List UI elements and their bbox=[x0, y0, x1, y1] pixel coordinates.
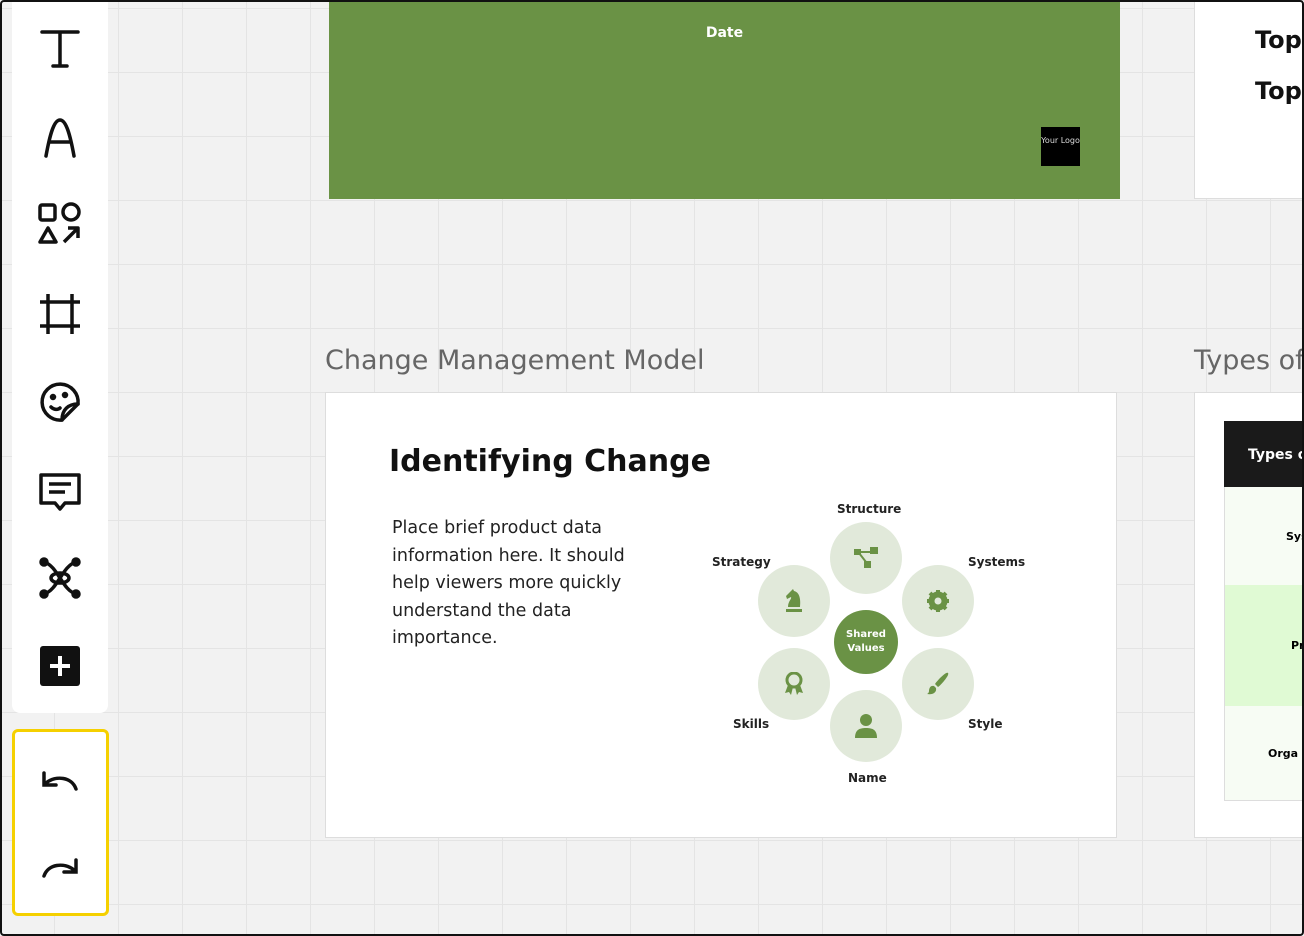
chess-knight-icon bbox=[786, 589, 802, 612]
frame-title[interactable]: Change Management Model bbox=[325, 345, 704, 376]
text-icon bbox=[40, 30, 80, 68]
sticker-tool[interactable] bbox=[34, 376, 86, 428]
node-strategy bbox=[758, 565, 830, 637]
frame-tool[interactable] bbox=[34, 288, 86, 340]
shapes-icon bbox=[38, 202, 81, 244]
redo-icon bbox=[42, 858, 78, 878]
node-label: Style bbox=[968, 717, 1003, 731]
sticker-icon bbox=[40, 382, 80, 422]
slide-body: Place brief product data information her… bbox=[392, 518, 625, 648]
node-label: Name bbox=[848, 771, 887, 785]
table-cell: Sys bbox=[1286, 530, 1304, 543]
node-systems bbox=[902, 565, 974, 637]
node-skills bbox=[758, 648, 830, 720]
node-label: Strategy bbox=[712, 555, 771, 569]
hierarchy-icon bbox=[854, 547, 878, 568]
add-tool[interactable] bbox=[34, 640, 86, 692]
frame-icon bbox=[40, 294, 80, 334]
center-node: Shared Values bbox=[834, 610, 898, 674]
table-cell: Orga bbox=[1268, 747, 1299, 760]
node-name bbox=[830, 690, 902, 762]
history-controls bbox=[12, 729, 109, 916]
paintbrush-icon bbox=[927, 672, 949, 695]
agenda-line: Top bbox=[1255, 26, 1302, 54]
frame-title[interactable]: Types of bbox=[1194, 345, 1304, 376]
node-label: Skills bbox=[733, 717, 770, 731]
node-label: Systems bbox=[968, 555, 1026, 569]
award-icon bbox=[785, 672, 803, 695]
person-icon bbox=[855, 714, 877, 738]
table-header-text: Types o bbox=[1248, 447, 1304, 463]
mindmap-tool[interactable] bbox=[34, 552, 86, 604]
gear-icon bbox=[927, 590, 949, 612]
table-cell: Pr bbox=[1291, 639, 1304, 652]
node-structure bbox=[830, 522, 902, 594]
undo-button[interactable] bbox=[40, 767, 80, 799]
plus-icon bbox=[40, 646, 80, 686]
text-tool[interactable] bbox=[34, 22, 86, 74]
shapes-tool[interactable] bbox=[34, 198, 86, 250]
logo-placeholder: Your Logo bbox=[1041, 127, 1080, 166]
redo-button[interactable] bbox=[40, 854, 80, 886]
undo-icon bbox=[42, 771, 78, 791]
comment-icon bbox=[39, 473, 81, 511]
letter-a-icon bbox=[44, 118, 76, 158]
node-style bbox=[902, 648, 974, 720]
date-text: Date bbox=[705, 25, 744, 41]
toolbar bbox=[12, 0, 108, 713]
mindmap-icon bbox=[39, 557, 81, 599]
font-tool[interactable] bbox=[34, 110, 86, 162]
slide-heading: Identifying Change bbox=[389, 444, 711, 479]
node-label: Structure bbox=[837, 502, 902, 516]
comment-tool[interactable] bbox=[34, 466, 86, 518]
agenda-line: Top bbox=[1255, 77, 1302, 105]
